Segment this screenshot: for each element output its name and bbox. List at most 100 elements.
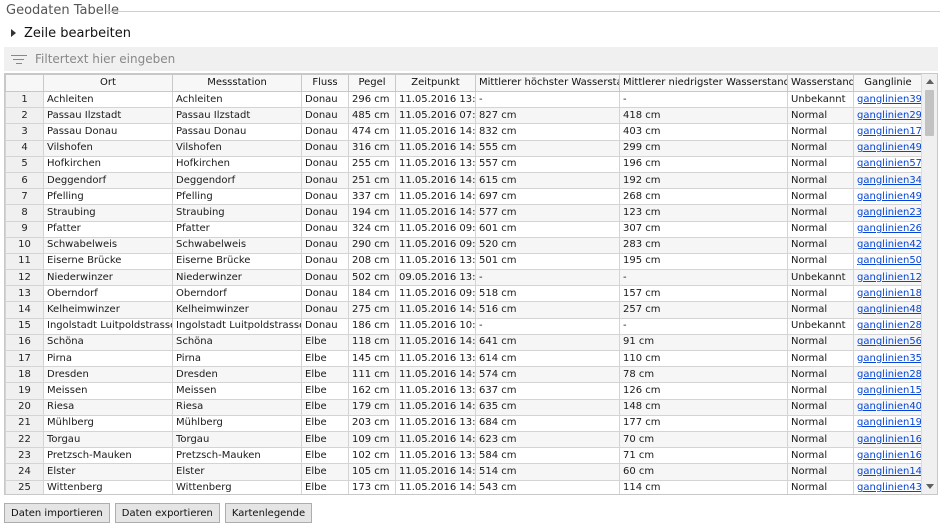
cell-mnw[interactable]: 268 cm [619,188,788,206]
cell-pegel[interactable]: 203 cm [348,414,396,432]
cell-messstation[interactable]: Kelheimwinzer [172,301,302,319]
row-number[interactable]: 5 [5,155,44,173]
row-number[interactable]: 22 [5,430,44,449]
cell-fluss[interactable]: Elbe [301,398,349,416]
cell-pegel[interactable]: 179 cm [348,398,396,416]
cell-zeitpunkt[interactable]: 11.05.2016 07:00 [395,107,476,125]
cell-messstation[interactable]: Niederwinzer [172,269,302,287]
ganglinie-link[interactable]: ganglinien488 [857,304,922,315]
row-number[interactable]: 18 [5,366,44,384]
ganglinie-link[interactable]: ganglinien236 [857,207,922,218]
cell-mhw[interactable]: - [475,317,620,335]
cell-pegel[interactable]: 111 cm [348,366,396,384]
row-number[interactable]: 20 [5,398,44,416]
column-header[interactable]: Mittlerer höchster Wasserstand [475,74,620,92]
cell-fluss[interactable]: Donau [301,139,349,157]
cell-pegel[interactable]: 194 cm [348,204,396,222]
row-number[interactable]: 8 [5,204,44,222]
row-number[interactable]: 9 [5,220,44,238]
cell-ganglinie[interactable]: ganglinien358 [853,349,923,368]
cell-mnw[interactable]: 123 cm [619,204,788,222]
cell-zeitpunkt[interactable]: 11.05.2016 14:00 [395,204,476,222]
cell-pegel[interactable]: 145 cm [348,349,396,368]
scroll-up-icon[interactable] [926,79,934,84]
cell-wasserstand[interactable]: Normal [787,301,854,319]
cell-zeitpunkt[interactable]: 11.05.2016 09:00 [395,220,476,238]
cell-fluss[interactable]: Donau [301,107,349,125]
scrollbar-thumb[interactable] [925,90,934,136]
cell-mnw[interactable]: 60 cm [619,463,788,481]
row-number[interactable]: 19 [5,382,44,400]
cell-ganglinie[interactable]: ganglinien266 [853,220,923,238]
cell-wasserstand[interactable]: Normal [787,447,854,465]
cell-messstation[interactable]: Pirna [172,349,302,368]
ganglinie-link[interactable]: ganglinien576 [857,158,922,169]
cell-ganglinie[interactable]: ganglinien162 [853,447,923,465]
cell-mhw[interactable]: - [475,90,620,109]
cell-fluss[interactable]: Donau [301,236,349,254]
cell-mhw[interactable]: 584 cm [475,447,620,465]
cell-ort[interactable]: Pfatter [43,220,173,238]
cell-ort[interactable]: Pretzsch-Mauken [43,447,173,465]
cell-wasserstand[interactable]: Normal [787,333,854,352]
cell-mhw[interactable]: 520 cm [475,236,620,254]
ganglinie-link[interactable]: ganglinien280 [857,369,922,380]
cell-ganglinie[interactable]: ganglinien294 [853,107,923,125]
filter-input[interactable] [35,52,895,66]
cell-mhw[interactable]: 635 cm [475,398,620,416]
cell-ganglinie[interactable]: ganglinien140 [853,463,923,481]
cell-zeitpunkt[interactable]: 11.05.2016 13:15 [395,447,476,465]
ganglinie-link[interactable]: ganglinien198 [857,417,922,428]
cell-pegel[interactable]: 109 cm [348,430,396,449]
row-number[interactable]: 3 [5,123,44,141]
cell-ganglinie[interactable]: ganglinien428 [853,236,923,254]
cell-ganglinie[interactable]: ganglinien280 [853,366,923,384]
cell-fluss[interactable]: Donau [301,155,349,173]
row-number[interactable]: 13 [5,285,44,303]
vertical-scrollbar[interactable] [921,74,937,494]
cell-mnw[interactable]: 148 cm [619,398,788,416]
cell-wasserstand[interactable]: Normal [787,155,854,173]
cell-ganglinie[interactable]: ganglinien150 [853,382,923,400]
cell-mnw[interactable]: - [619,269,788,287]
cell-wasserstand[interactable]: Normal [787,220,854,238]
cell-wasserstand[interactable]: Normal [787,430,854,449]
cell-wasserstand[interactable]: Normal [787,107,854,125]
cell-fluss[interactable]: Donau [301,285,349,303]
cell-messstation[interactable]: Elster [172,463,302,481]
cell-mnw[interactable]: 114 cm [619,479,788,494]
cell-zeitpunkt[interactable]: 11.05.2016 13:15 [395,349,476,368]
cell-pegel[interactable]: 337 cm [348,188,396,206]
row-number[interactable]: 7 [5,188,44,206]
cell-mnw[interactable]: 196 cm [619,155,788,173]
cell-mnw[interactable]: 283 cm [619,236,788,254]
cell-fluss[interactable]: Elbe [301,430,349,449]
cell-zeitpunkt[interactable]: 11.05.2016 13:15 [395,414,476,432]
cell-zeitpunkt[interactable]: 11.05.2016 14:00 [395,479,476,494]
table-row[interactable]: 18 Dresden Dresden Elbe 111 cm 11.05.2016 14:… [5,366,923,384]
ganglinie-link[interactable]: ganglinien358 [857,353,922,364]
cell-ort[interactable]: Niederwinzer [43,269,173,287]
cell-mhw[interactable]: - [475,269,620,287]
cell-ort[interactable]: Mühlberg [43,414,173,432]
row-number[interactable]: 1 [5,90,44,109]
cell-ganglinie[interactable]: ganglinien500 [853,252,923,271]
cell-pegel[interactable]: 162 cm [348,382,396,400]
cell-messstation[interactable]: Schöna [172,333,302,352]
cell-ort[interactable]: Torgau [43,430,173,449]
cell-fluss[interactable]: Donau [301,188,349,206]
column-header[interactable]: Pegel [348,74,396,92]
cell-ganglinie[interactable]: ganglinien236 [853,204,923,222]
cell-mnw[interactable]: 78 cm [619,366,788,384]
cell-fluss[interactable]: Elbe [301,349,349,368]
cell-zeitpunkt[interactable]: 11.05.2016 14:00 [395,123,476,141]
cell-messstation[interactable]: Meissen [172,382,302,400]
cell-ort[interactable]: Kelheimwinzer [43,301,173,319]
cell-fluss[interactable]: Donau [301,252,349,271]
cell-wasserstand[interactable]: Normal [787,382,854,400]
cell-pegel[interactable]: 316 cm [348,139,396,157]
cell-messstation[interactable]: Oberndorf [172,285,302,303]
cell-zeitpunkt[interactable]: 11.05.2016 14:00 [395,398,476,416]
scroll-down-icon[interactable] [926,484,934,489]
ganglinie-link[interactable]: ganglinien162 [857,450,922,461]
